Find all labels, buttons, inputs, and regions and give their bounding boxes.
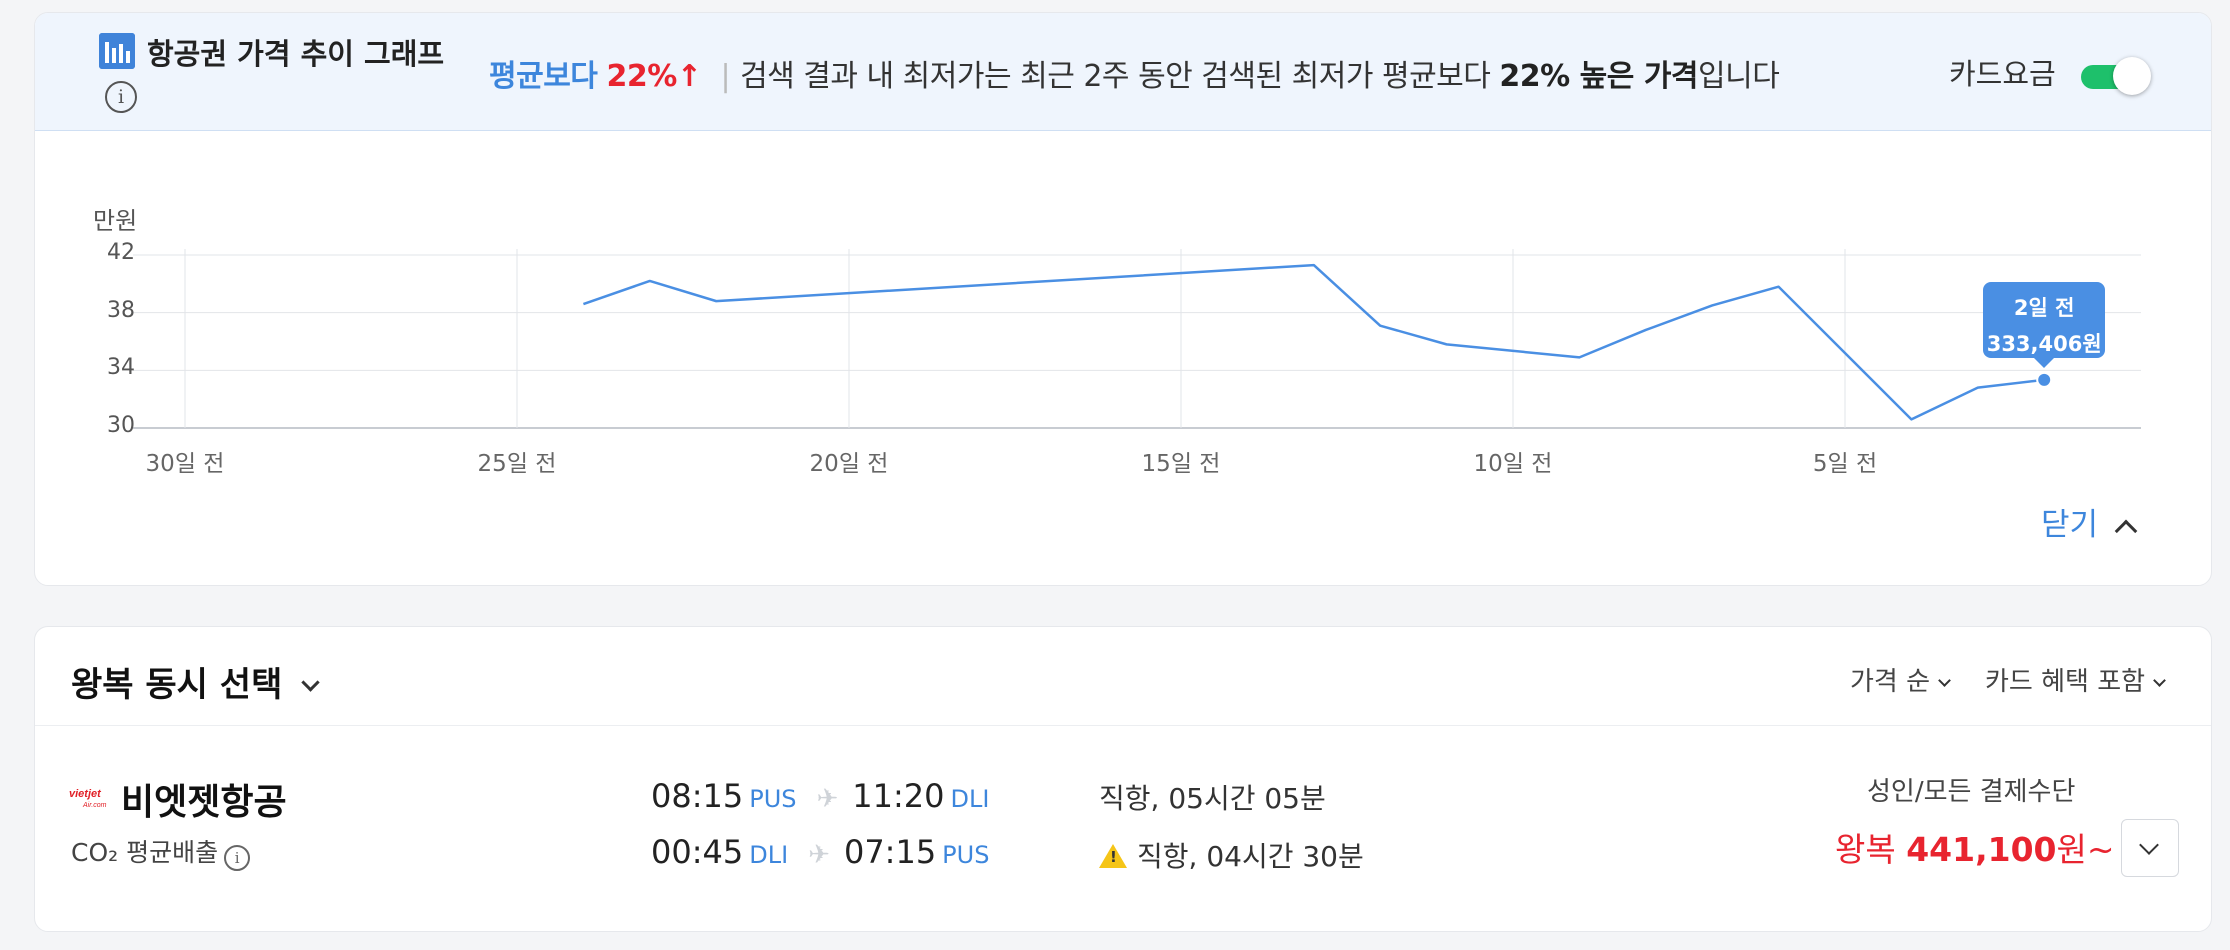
y-tick-label: 34 bbox=[107, 355, 135, 381]
plane-icon: ✈ bbox=[816, 784, 839, 814]
y-tick-label: 30 bbox=[107, 413, 135, 438]
bar-chart-icon bbox=[99, 33, 135, 69]
close-label: 닫기 bbox=[2041, 507, 2099, 543]
return-info: ! 직항, 04시간 30분 bbox=[1099, 835, 1364, 875]
highlight-point bbox=[2036, 371, 2053, 388]
return-info-text: 직항, 04시간 30분 bbox=[1137, 840, 1364, 873]
card-fare-label: 카드요금 bbox=[1949, 57, 2056, 91]
arrow-up-icon: ↑ bbox=[676, 59, 702, 94]
card-benefit-dropdown[interactable]: 카드 혜택 포함 bbox=[1985, 661, 2166, 698]
price-tooltip: 2일 전 333,406원 bbox=[1983, 281, 2106, 368]
chevron-up-icon bbox=[2114, 519, 2138, 543]
x-tick-label: 10일 전 bbox=[1473, 451, 1553, 477]
price-prefix: 왕복 bbox=[1835, 830, 1907, 869]
price-chart: 만원 42 38 34 30 30일 전 25일 전 20일 전 15일 전 10일 전 5일 전… bbox=[35, 131, 2211, 477]
depart-time: 08:15 bbox=[651, 777, 744, 815]
expand-button[interactable] bbox=[2121, 819, 2179, 877]
price-suffix: 원~ bbox=[2056, 830, 2115, 869]
arrive-time: 11:20 bbox=[852, 777, 945, 815]
summary-text: 검색 결과 내 최저가는 최근 2주 동안 검색된 최저가 평균보다 bbox=[740, 59, 1500, 94]
benefit-label: 카드 혜택 포함 bbox=[1985, 667, 2146, 697]
return-leg[interactable]: 00:45 DLI ✈ 07:15 PUS bbox=[651, 833, 989, 871]
y-tick-label: 38 bbox=[107, 297, 135, 323]
section-title: 왕복 동시 선택 bbox=[71, 665, 283, 705]
price-series-line bbox=[582, 263, 2045, 421]
y-tick-label: 42 bbox=[107, 240, 135, 265]
chevron-down-icon bbox=[301, 673, 321, 692]
plane-icon: ✈ bbox=[808, 840, 830, 870]
trend-title: 항공권 가격 추이 그래프 bbox=[147, 37, 445, 71]
outbound-info: 직항, 05시간 05분 bbox=[1099, 782, 1326, 815]
divider bbox=[35, 725, 2211, 726]
depart-airport: DLI bbox=[749, 841, 789, 869]
card-fare-toggle[interactable] bbox=[2081, 57, 2151, 95]
summary-percent: 22% bbox=[606, 59, 677, 94]
tooltip-price-label: 333,406원 bbox=[1986, 331, 2102, 356]
round-trip-selector[interactable]: 왕복 동시 선택 bbox=[71, 657, 321, 706]
arrive-time: 07:15 bbox=[843, 833, 937, 871]
chevron-down-icon bbox=[1938, 674, 1951, 687]
svg-text:vietjet: vietjet bbox=[69, 788, 102, 800]
svg-text:Air.com: Air.com bbox=[82, 802, 107, 809]
toggle-knob bbox=[2113, 57, 2151, 95]
price-summary: 평균보다 22%↑ | 검색 결과 내 최저가는 최근 2주 동안 검색된 최저가… bbox=[489, 51, 1780, 95]
x-tick-label: 25일 전 bbox=[477, 451, 557, 477]
x-tick-label: 30일 전 bbox=[145, 451, 225, 477]
trend-header: 항공권 가격 추이 그래프 i 평균보다 22%↑ | 검색 결과 내 최저가는 … bbox=[35, 13, 2211, 131]
round-trip-price: 왕복 441,100원~ bbox=[1835, 823, 2125, 871]
arrive-airport: PUS bbox=[942, 841, 990, 869]
co2-label: CO₂ 평균배출 bbox=[71, 838, 219, 867]
sort-label: 가격 순 bbox=[1850, 667, 1931, 697]
warning-icon: ! bbox=[1099, 844, 1127, 868]
close-chart-button[interactable]: 닫기 bbox=[2041, 499, 2138, 544]
sort-dropdown[interactable]: 가격 순 bbox=[1850, 661, 1951, 698]
results-card: 왕복 동시 선택 가격 순 카드 혜택 포함 vietjet Air.com 비… bbox=[34, 626, 2212, 932]
price-value: 441,100 bbox=[1906, 830, 2057, 869]
arrive-airport: DLI bbox=[950, 785, 990, 813]
x-tick-label: 20일 전 bbox=[809, 451, 889, 477]
chart-svg bbox=[133, 249, 2141, 429]
co2-emission: CO₂ 평균배출 i bbox=[71, 833, 251, 871]
depart-time: 00:45 bbox=[651, 833, 744, 871]
summary-avg-label: 평균보다 bbox=[489, 59, 598, 94]
summary-text-end: 입니다 bbox=[1698, 59, 1780, 94]
payment-label: 성인/모든 결제수단 bbox=[1867, 777, 2076, 807]
airline-name: 비엣젯항공 bbox=[121, 782, 287, 823]
info-icon[interactable]: i bbox=[105, 81, 137, 113]
info-icon[interactable]: i bbox=[224, 845, 251, 871]
chevron-down-icon bbox=[2139, 835, 2159, 855]
tooltip-day-label: 2일 전 bbox=[2013, 295, 2075, 320]
price-trend-card: 항공권 가격 추이 그래프 i 평균보다 22%↑ | 검색 결과 내 최저가는 … bbox=[34, 12, 2212, 586]
x-tick-label: 5일 전 bbox=[1812, 451, 1878, 477]
depart-airport: PUS bbox=[749, 785, 797, 813]
summary-bold: 22% 높은 가격 bbox=[1499, 59, 1699, 94]
chevron-down-icon bbox=[2153, 674, 2166, 687]
summary-separator: | bbox=[720, 59, 731, 94]
outbound-leg[interactable]: 08:15 PUS ✈ 11:20 DLI bbox=[651, 777, 989, 815]
vietjet-logo: vietjet Air.com bbox=[69, 788, 107, 809]
x-tick-label: 15일 전 bbox=[1141, 451, 1221, 477]
